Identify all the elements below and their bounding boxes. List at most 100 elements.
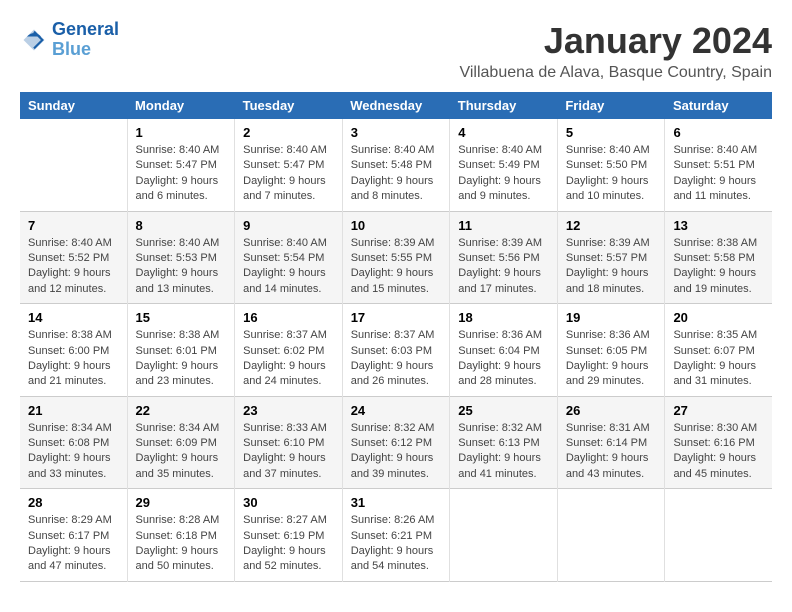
day-cell: 22Sunrise: 8:34 AMSunset: 6:09 PMDayligh… <box>127 396 235 489</box>
day-cell: 3Sunrise: 8:40 AMSunset: 5:48 PMDaylight… <box>342 119 450 211</box>
day-number: 11 <box>458 218 549 233</box>
day-number: 20 <box>673 310 764 325</box>
day-number: 17 <box>351 310 442 325</box>
col-header-tuesday: Tuesday <box>235 92 343 119</box>
day-cell: 28 Sunrise: 8:29 AMSunset: 6:17 PMDayligh… <box>20 489 127 582</box>
day-cell: 21 Sunrise: 8:34 AMSunset: 6:08 PMDayligh… <box>20 396 127 489</box>
day-info: Sunrise: 8:37 AMSunset: 6:02 PMDaylight:… <box>243 328 334 390</box>
week-row-5: 28 Sunrise: 8:29 AMSunset: 6:17 PMDayligh… <box>20 489 772 582</box>
day-info: Sunrise: 8:31 AMSunset: 6:14 PMDaylight:… <box>566 421 657 483</box>
week-row-4: 21 Sunrise: 8:34 AMSunset: 6:08 PMDayligh… <box>20 396 772 489</box>
day-info: Sunrise: 8:40 AMSunset: 5:50 PMDaylight:… <box>566 143 657 205</box>
day-info: Sunrise: 8:34 AMSunset: 6:08 PMDaylight:… <box>28 421 119 483</box>
day-number: 1 <box>136 125 227 140</box>
col-header-wednesday: Wednesday <box>342 92 450 119</box>
day-info: Sunrise: 8:37 AMSunset: 6:03 PMDaylight:… <box>351 328 442 390</box>
day-number: 25 <box>458 403 549 418</box>
day-cell: 15 Sunrise: 8:38 AMSunset: 6:01 PMDayligh… <box>127 304 235 397</box>
day-cell <box>557 489 665 582</box>
day-info: Sunrise: 8:40 AMSunset: 5:53 PMDaylight:… <box>136 236 227 298</box>
day-cell: 30 Sunrise: 8:27 AMSunset: 6:19 PMDayligh… <box>235 489 343 582</box>
day-number: 24 <box>351 403 442 418</box>
day-cell: 23Sunrise: 8:33 AMSunset: 6:10 PMDayligh… <box>235 396 343 489</box>
day-cell: 5 Sunrise: 8:40 AMSunset: 5:50 PMDaylight… <box>557 119 665 211</box>
day-cell: 26Sunrise: 8:31 AMSunset: 6:14 PMDayligh… <box>557 396 665 489</box>
calendar-table: SundayMondayTuesdayWednesdayThursdayFrid… <box>20 92 772 582</box>
day-cell: 7 Sunrise: 8:40 AMSunset: 5:52 PMDaylight… <box>20 211 127 304</box>
day-info: Sunrise: 8:38 AMSunset: 6:00 PMDaylight:… <box>28 328 119 390</box>
col-header-monday: Monday <box>127 92 235 119</box>
day-number: 27 <box>673 403 764 418</box>
day-info: Sunrise: 8:40 AMSunset: 5:51 PMDaylight:… <box>673 143 764 205</box>
day-cell: 9 Sunrise: 8:40 AMSunset: 5:54 PMDaylight… <box>235 211 343 304</box>
day-number: 6 <box>673 125 764 140</box>
day-cell: 6 Sunrise: 8:40 AMSunset: 5:51 PMDaylight… <box>665 119 772 211</box>
day-number: 18 <box>458 310 549 325</box>
day-number: 28 <box>28 495 119 510</box>
day-info: Sunrise: 8:40 AMSunset: 5:47 PMDaylight:… <box>243 143 334 205</box>
day-info: Sunrise: 8:35 AMSunset: 6:07 PMDaylight:… <box>673 328 764 390</box>
day-number: 31 <box>351 495 442 510</box>
col-header-friday: Friday <box>557 92 665 119</box>
day-number: 9 <box>243 218 334 233</box>
col-header-thursday: Thursday <box>450 92 558 119</box>
day-cell: 25Sunrise: 8:32 AMSunset: 6:13 PMDayligh… <box>450 396 558 489</box>
day-cell: 27 Sunrise: 8:30 AMSunset: 6:16 PMDayligh… <box>665 396 772 489</box>
day-number: 8 <box>136 218 227 233</box>
week-row-3: 14 Sunrise: 8:38 AMSunset: 6:00 PMDayligh… <box>20 304 772 397</box>
day-info: Sunrise: 8:27 AMSunset: 6:19 PMDaylight:… <box>243 513 334 575</box>
day-cell: 31 Sunrise: 8:26 AMSunset: 6:21 PMDayligh… <box>342 489 450 582</box>
day-info: Sunrise: 8:39 AMSunset: 5:56 PMDaylight:… <box>458 236 549 298</box>
day-info: Sunrise: 8:39 AMSunset: 5:57 PMDaylight:… <box>566 236 657 298</box>
day-cell <box>20 119 127 211</box>
day-cell <box>665 489 772 582</box>
day-cell: 13Sunrise: 8:38 AMSunset: 5:58 PMDayligh… <box>665 211 772 304</box>
day-number: 12 <box>566 218 657 233</box>
day-cell: 2 Sunrise: 8:40 AMSunset: 5:47 PMDaylight… <box>235 119 343 211</box>
day-cell: 11 Sunrise: 8:39 AMSunset: 5:56 PMDayligh… <box>450 211 558 304</box>
day-number: 14 <box>28 310 119 325</box>
day-info: Sunrise: 8:39 AMSunset: 5:55 PMDaylight:… <box>351 236 442 298</box>
logo-icon <box>20 26 48 54</box>
day-cell: 10 Sunrise: 8:39 AMSunset: 5:55 PMDayligh… <box>342 211 450 304</box>
day-info: Sunrise: 8:40 AMSunset: 5:49 PMDaylight:… <box>458 143 549 205</box>
day-number: 10 <box>351 218 442 233</box>
logo: GeneralBlue <box>20 20 119 60</box>
day-info: Sunrise: 8:30 AMSunset: 6:16 PMDaylight:… <box>673 421 764 483</box>
day-cell: 14 Sunrise: 8:38 AMSunset: 6:00 PMDayligh… <box>20 304 127 397</box>
day-number: 15 <box>136 310 227 325</box>
day-info: Sunrise: 8:40 AMSunset: 5:54 PMDaylight:… <box>243 236 334 298</box>
day-info: Sunrise: 8:36 AMSunset: 6:04 PMDaylight:… <box>458 328 549 390</box>
logo-text: GeneralBlue <box>52 20 119 60</box>
day-number: 21 <box>28 403 119 418</box>
title-section: January 2024 Villabuena de Alava, Basque… <box>459 20 772 82</box>
col-header-sunday: Sunday <box>20 92 127 119</box>
day-cell: 20 Sunrise: 8:35 AMSunset: 6:07 PMDayligh… <box>665 304 772 397</box>
day-number: 4 <box>458 125 549 140</box>
header: GeneralBlue January 2024 Villabuena de A… <box>20 20 772 82</box>
header-row: SundayMondayTuesdayWednesdayThursdayFrid… <box>20 92 772 119</box>
subtitle: Villabuena de Alava, Basque Country, Spa… <box>459 64 772 82</box>
day-cell <box>450 489 558 582</box>
day-number: 23 <box>243 403 334 418</box>
day-number: 2 <box>243 125 334 140</box>
day-cell: 16 Sunrise: 8:37 AMSunset: 6:02 PMDayligh… <box>235 304 343 397</box>
day-info: Sunrise: 8:38 AMSunset: 6:01 PMDaylight:… <box>136 328 227 390</box>
day-number: 29 <box>136 495 227 510</box>
week-row-2: 7 Sunrise: 8:40 AMSunset: 5:52 PMDaylight… <box>20 211 772 304</box>
day-info: Sunrise: 8:38 AMSunset: 5:58 PMDaylight:… <box>673 236 764 298</box>
day-number: 7 <box>28 218 119 233</box>
day-number: 22 <box>136 403 227 418</box>
day-info: Sunrise: 8:36 AMSunset: 6:05 PMDaylight:… <box>566 328 657 390</box>
day-number: 3 <box>351 125 442 140</box>
day-number: 5 <box>566 125 657 140</box>
day-info: Sunrise: 8:28 AMSunset: 6:18 PMDaylight:… <box>136 513 227 575</box>
day-info: Sunrise: 8:29 AMSunset: 6:17 PMDaylight:… <box>28 513 119 575</box>
day-cell: 12 Sunrise: 8:39 AMSunset: 5:57 PMDayligh… <box>557 211 665 304</box>
day-cell: 8 Sunrise: 8:40 AMSunset: 5:53 PMDaylight… <box>127 211 235 304</box>
col-header-saturday: Saturday <box>665 92 772 119</box>
day-info: Sunrise: 8:40 AMSunset: 5:52 PMDaylight:… <box>28 236 119 298</box>
day-number: 16 <box>243 310 334 325</box>
day-info: Sunrise: 8:26 AMSunset: 6:21 PMDaylight:… <box>351 513 442 575</box>
day-number: 30 <box>243 495 334 510</box>
